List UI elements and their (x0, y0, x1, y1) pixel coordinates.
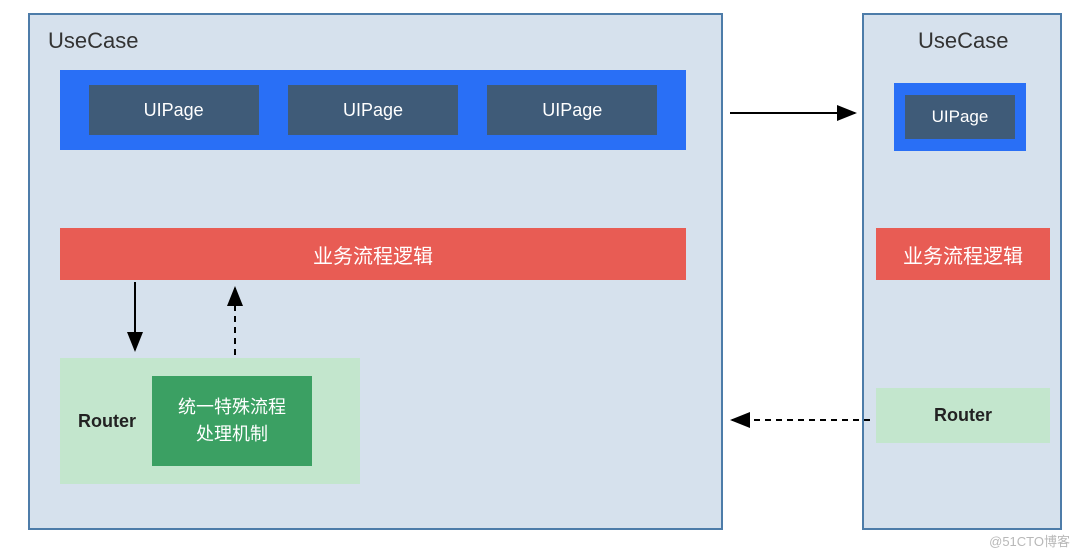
usecase-right-title: UseCase (918, 28, 1008, 54)
uipage-box: UIPage (288, 85, 458, 135)
uipage-container-right: UIPage (894, 83, 1026, 151)
business-logic-left: 业务流程逻辑 (60, 228, 686, 280)
router-right-panel: Router (876, 388, 1050, 443)
router-left-panel: Router 统一特殊流程处理机制 (60, 358, 360, 484)
uipage-container-left: UIPage UIPage UIPage (60, 70, 686, 150)
router-left-label: Router (60, 411, 152, 432)
router-inner-box: 统一特殊流程处理机制 (152, 376, 312, 466)
usecase-left-title: UseCase (48, 28, 138, 54)
uipage-box: UIPage (905, 95, 1015, 139)
uipage-box: UIPage (487, 85, 657, 135)
router-right-label: Router (934, 405, 992, 426)
watermark-text: @51CTO博客 (989, 531, 1070, 550)
business-logic-right: 业务流程逻辑 (876, 228, 1050, 280)
uipage-box: UIPage (89, 85, 259, 135)
